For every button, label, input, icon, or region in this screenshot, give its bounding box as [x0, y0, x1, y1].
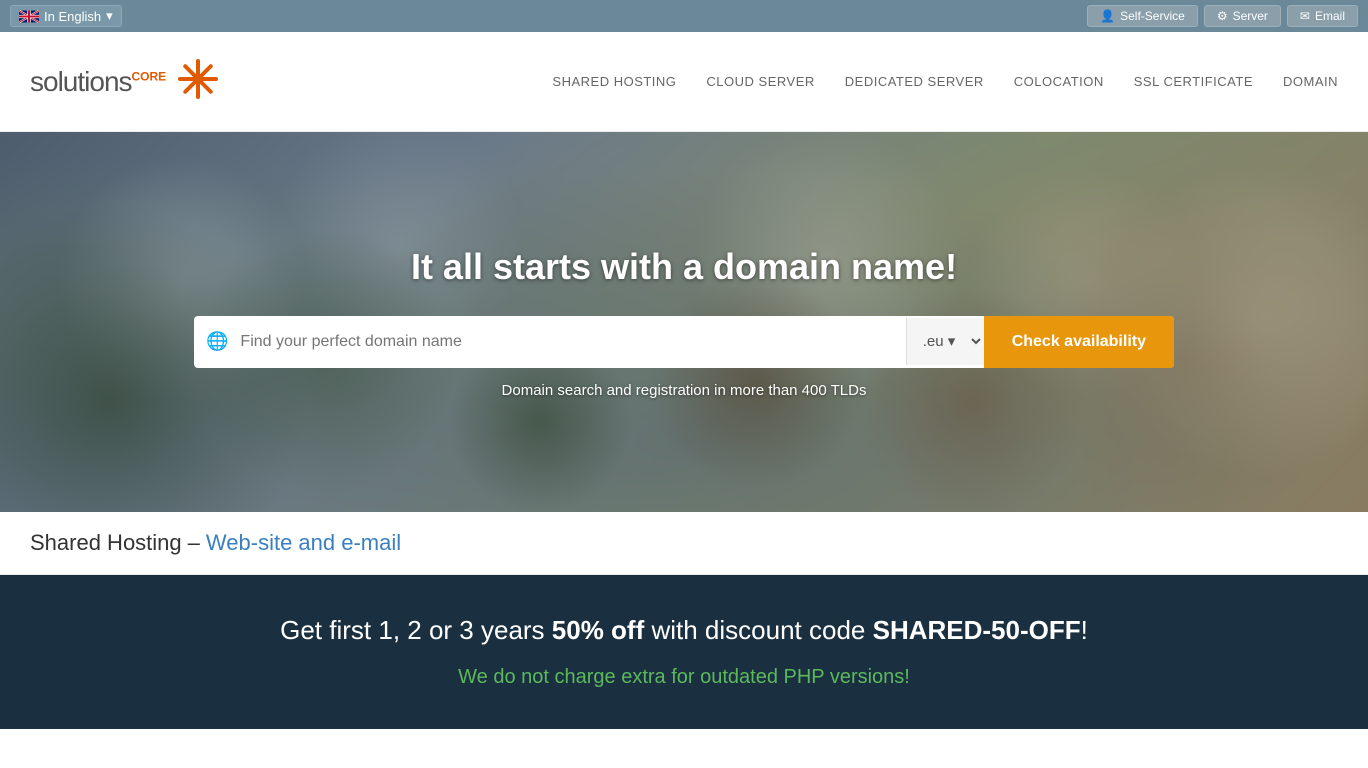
logo-solutions: solutionsCORE	[30, 66, 166, 98]
user-icon: 👤	[1100, 9, 1115, 23]
promo-section: Get first 1, 2 or 3 years 50% off with d…	[0, 575, 1368, 729]
gear-icon: ⚙	[1217, 9, 1228, 23]
nav-domain[interactable]: DOMAIN	[1283, 74, 1338, 89]
language-selector[interactable]: In English ▾	[10, 5, 122, 27]
domain-search-input[interactable]	[240, 319, 905, 365]
top-bar-right: 👤 Self-Service ⚙ Server ✉ Email	[1087, 5, 1358, 27]
tld-selector[interactable]: .eu ▾ .com .net .org .de	[906, 318, 984, 365]
promo-bold1: 50% off	[552, 615, 644, 645]
promo-prefix: Get first 1, 2 or 3 years	[280, 615, 552, 645]
nav-dedicated-server[interactable]: DEDICATED SERVER	[845, 74, 984, 89]
shared-hosting-header: Shared Hosting – Web-site and e-mail	[0, 512, 1368, 575]
lang-label: In English	[44, 9, 101, 24]
self-service-label: Self-Service	[1120, 9, 1185, 23]
email-label: Email	[1315, 9, 1345, 23]
logo-core: CORE	[132, 69, 167, 83]
hero-subtitle: Domain search and registration in more t…	[20, 382, 1348, 399]
nav-colocation[interactable]: COLOCATION	[1014, 74, 1104, 89]
server-button[interactable]: ⚙ Server	[1204, 5, 1281, 27]
shared-hosting-title: Shared Hosting	[30, 530, 182, 556]
top-bar-left: In English ▾	[10, 5, 122, 27]
hero-content: It all starts with a domain name! 🌐 .eu …	[0, 246, 1368, 399]
promo-middle: with discount code	[644, 615, 872, 645]
promo-bold2: SHARED-50-OFF	[873, 615, 1081, 645]
email-icon: ✉	[1300, 9, 1310, 23]
domain-search-bar: 🌐 .eu ▾ .com .net .org .de Check availab…	[194, 316, 1174, 368]
nav-bar: solutionsCORE SHARED HOSTING CLOUD SERVE…	[0, 32, 1368, 132]
lang-arrow: ▾	[106, 8, 113, 24]
nav-cloud-server[interactable]: CLOUD SERVER	[706, 74, 814, 89]
logo[interactable]: solutionsCORE	[30, 55, 222, 108]
nav-links: SHARED HOSTING CLOUD SERVER DEDICATED SE…	[552, 74, 1338, 89]
hero-section: It all starts with a domain name! 🌐 .eu …	[0, 132, 1368, 512]
top-bar: In English ▾ 👤 Self-Service ⚙ Server ✉ E…	[0, 0, 1368, 32]
promo-sub-text: We do not charge extra for outdated PHP …	[30, 666, 1338, 689]
logo-wordmark: solutionsCORE	[30, 66, 166, 98]
nav-shared-hosting[interactable]: SHARED HOSTING	[552, 74, 676, 89]
nav-ssl-certificate[interactable]: SSL CERTIFICATE	[1134, 74, 1253, 89]
email-button[interactable]: ✉ Email	[1287, 5, 1358, 27]
self-service-button[interactable]: 👤 Self-Service	[1087, 5, 1198, 27]
promo-suffix: !	[1081, 615, 1088, 645]
shared-hosting-dash: –	[188, 530, 200, 556]
hero-title: It all starts with a domain name!	[20, 246, 1348, 288]
shared-hosting-link[interactable]: Web-site and e-mail	[206, 530, 401, 556]
flag-icon	[19, 10, 39, 23]
server-label: Server	[1233, 9, 1268, 23]
logo-star	[174, 55, 222, 108]
globe-icon: 🌐	[194, 331, 240, 352]
check-availability-button[interactable]: Check availability	[984, 316, 1174, 368]
promo-main-text: Get first 1, 2 or 3 years 50% off with d…	[30, 615, 1338, 646]
